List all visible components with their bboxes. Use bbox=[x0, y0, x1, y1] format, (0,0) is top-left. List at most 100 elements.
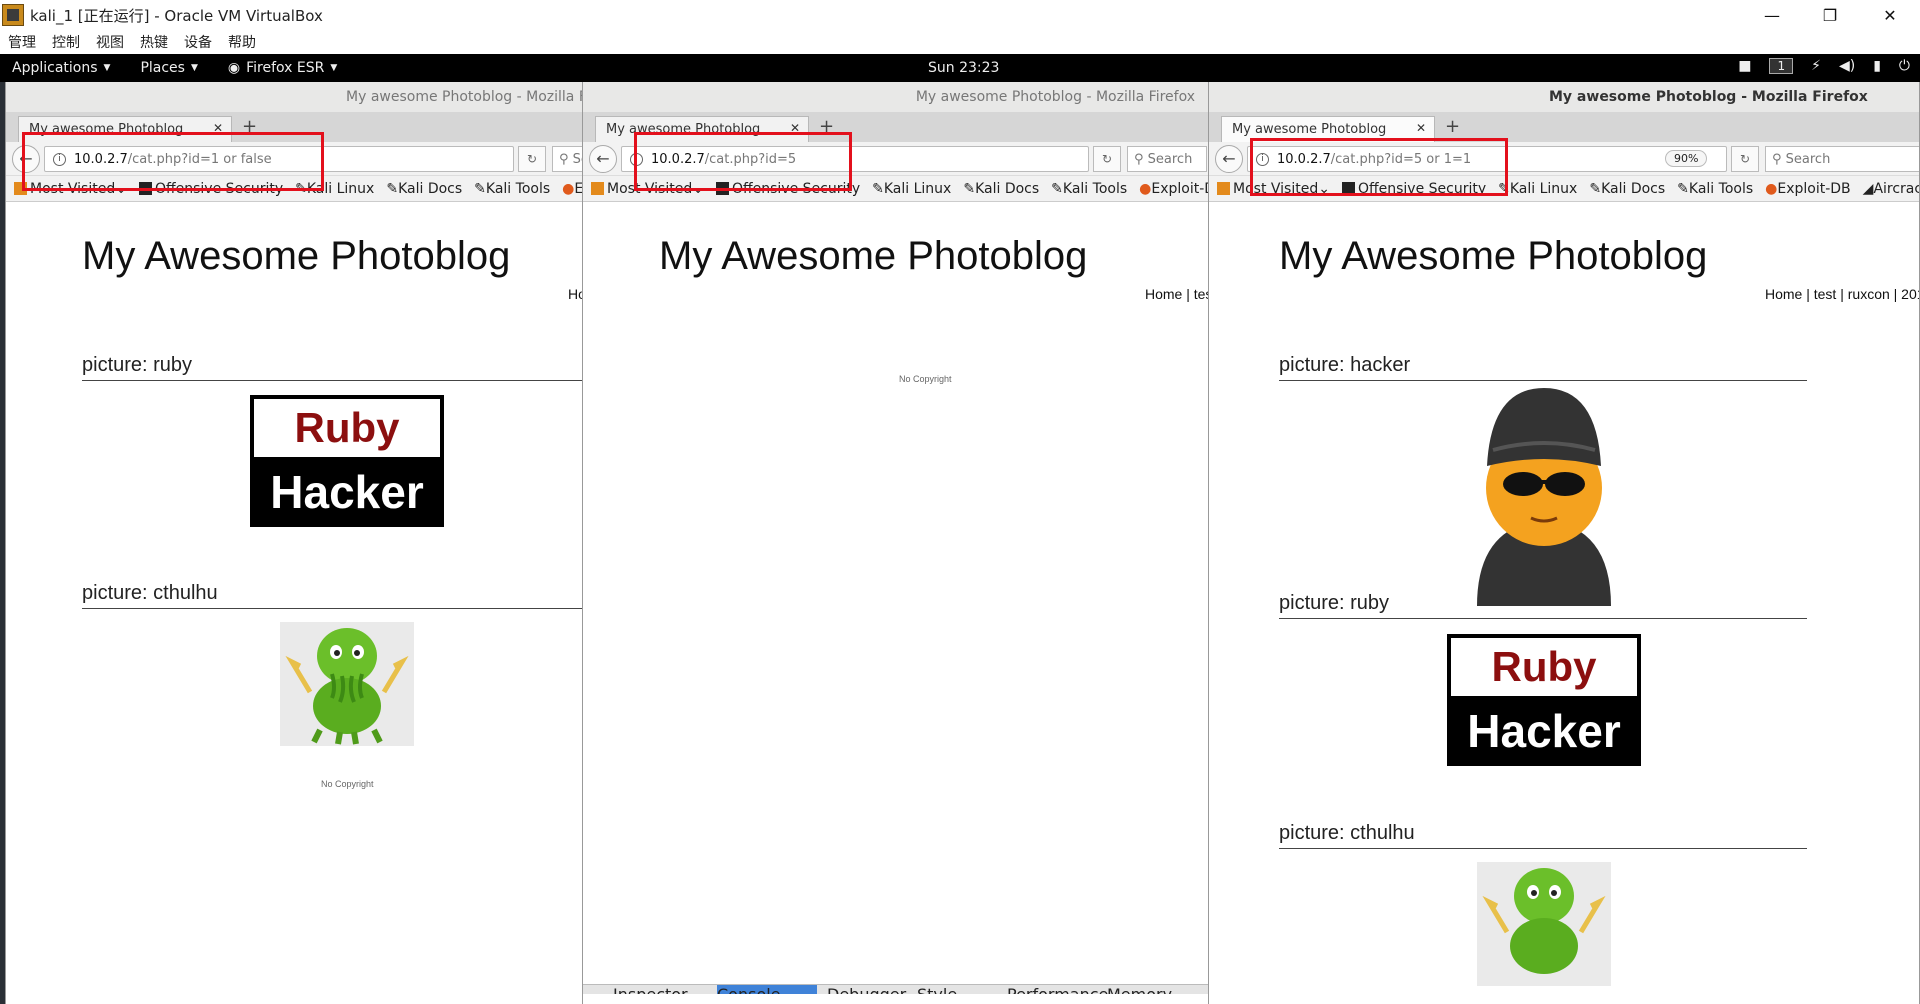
bookmark-label: Kali Tools bbox=[1062, 180, 1128, 197]
network-icon[interactable]: ⚡ bbox=[1811, 58, 1821, 74]
search-box[interactable]: ⚲ Search bbox=[1765, 146, 1919, 172]
kali-top-panel: Applications ▼ Places ▼ ◉ Firefox ESR ▼ Sun … bbox=[0, 54, 1920, 82]
ruby-logo-top: Ruby bbox=[1451, 638, 1637, 696]
kali-dragon-icon: ✎ bbox=[1677, 180, 1689, 197]
bookmark-kali-tools[interactable]: ✎ Kali Tools bbox=[1051, 181, 1127, 197]
kali-dragon-icon: ✎ bbox=[872, 180, 884, 197]
url-highlight-box bbox=[22, 132, 324, 191]
bookmark-kali-tools[interactable]: ✎ Kali Tools bbox=[474, 181, 550, 197]
devtools-tab-performance[interactable]: Performance bbox=[1007, 985, 1108, 994]
cthulhu-image[interactable] bbox=[280, 622, 414, 746]
ruby-logo-bottom: Hacker bbox=[1467, 705, 1621, 757]
firefox-app-menu[interactable]: ◉ Firefox ESR ▼ bbox=[228, 60, 337, 76]
bookmark-label: Kali Tools bbox=[485, 180, 551, 197]
back-button[interactable]: ← bbox=[589, 144, 617, 173]
exploit-db-icon: ● bbox=[1139, 180, 1152, 197]
devtools-tab-memory[interactable]: Memory bbox=[1107, 985, 1187, 994]
minimize-button[interactable]: — bbox=[1744, 0, 1800, 30]
aircrack-icon: ◢ bbox=[1862, 180, 1874, 197]
kali-dragon-icon: ✎ bbox=[1051, 180, 1063, 197]
copyright-text: No Copyright bbox=[899, 374, 952, 384]
firefox-titlebar: My awesome Photoblog - Mozilla Firefox bbox=[6, 82, 584, 112]
kali-dragon-icon: ✎ bbox=[386, 180, 399, 197]
bookmark-aircrack-ng[interactable]: ◢Aircrack-ng bbox=[1863, 181, 1919, 197]
zoom-indicator[interactable]: 90% bbox=[1665, 150, 1708, 167]
search-placeholder: Search bbox=[1785, 151, 1831, 167]
site-title: My Awesome Photoblog bbox=[659, 234, 1088, 278]
picture-title: picture: hacker bbox=[1279, 354, 1807, 381]
search-box[interactable]: ⚲ Search bbox=[1127, 146, 1207, 172]
picture-title: picture: ruby bbox=[1279, 592, 1807, 619]
close-button[interactable]: ✕ bbox=[1862, 0, 1918, 30]
restore-button[interactable]: ❐ bbox=[1802, 0, 1858, 30]
hacker-image[interactable] bbox=[1459, 380, 1629, 616]
site-nav[interactable]: Home | test | ruxcon | 2010 bbox=[1765, 286, 1919, 302]
bookmark-kali-docs[interactable]: ✎ Kali Docs bbox=[386, 181, 462, 197]
devtools-tab-console[interactable]: Console bbox=[717, 985, 817, 994]
tab-label: My awesome Photoblog bbox=[1232, 122, 1387, 137]
kali-dragon-icon: ✎ bbox=[1589, 180, 1602, 197]
applications-menu[interactable]: Applications ▼ bbox=[12, 60, 110, 76]
exploit-db-icon: ● bbox=[1765, 180, 1778, 197]
bookmark-label: Kali Docs bbox=[1601, 180, 1666, 197]
back-button[interactable]: ← bbox=[1215, 144, 1243, 173]
page-content: My Awesome Photoblog Home | test | ruxco… bbox=[6, 202, 584, 994]
bookmark-exploit-db[interactable]: ●Exploit-DB bbox=[1139, 181, 1209, 197]
camera-icon[interactable]: ■ bbox=[1738, 58, 1751, 74]
site-nav[interactable]: Home | test | ruxcon | 2010 bbox=[1145, 286, 1209, 302]
reload-button[interactable]: ↻ bbox=[1731, 146, 1759, 172]
bookmark-kali-linux[interactable]: ✎ Kali Linux bbox=[872, 181, 951, 197]
folder-icon bbox=[591, 182, 604, 195]
ruby-hacker-image[interactable]: Ruby Hacker bbox=[1447, 634, 1641, 766]
ruby-hacker-image[interactable]: Ruby Hacker bbox=[250, 395, 444, 527]
places-menu[interactable]: Places ▼ bbox=[140, 60, 197, 76]
new-tab-button[interactable]: + bbox=[1445, 116, 1460, 137]
cthulhu-illustration bbox=[285, 628, 409, 745]
search-icon: ⚲ bbox=[1772, 151, 1786, 167]
site-title: My Awesome Photoblog bbox=[82, 234, 511, 278]
close-tab-icon[interactable]: ✕ bbox=[1416, 121, 1426, 135]
reload-button[interactable]: ↻ bbox=[518, 146, 546, 172]
bookmark-label: Exploit-DB bbox=[1777, 180, 1851, 197]
search-box[interactable]: ⚲ Search bbox=[552, 146, 584, 172]
firefox-titlebar: My awesome Photoblog - Mozilla Firefox bbox=[583, 82, 1209, 112]
menu-hotkey[interactable]: 热键 bbox=[140, 32, 168, 52]
cthulhu-image[interactable] bbox=[1477, 862, 1611, 986]
firefox-icon: ◉ bbox=[227, 60, 241, 76]
bookmark-exploit-db[interactable]: ●Exploit-DB bbox=[1765, 181, 1851, 197]
folder-icon bbox=[1217, 182, 1230, 195]
menu-control[interactable]: 控制 bbox=[52, 32, 80, 52]
site-title: My Awesome Photoblog bbox=[1279, 234, 1708, 278]
virtualbox-titlebar: kali_1 [正在运行] - Oracle VM VirtualBox — ❐… bbox=[0, 0, 1920, 30]
firefox-window-3: My awesome Photoblog - Mozilla Firefox M… bbox=[1208, 82, 1920, 1004]
copyright-text: No Copyright bbox=[321, 779, 374, 789]
workspace-indicator[interactable]: 1 bbox=[1769, 58, 1794, 74]
menu-view[interactable]: 视图 bbox=[96, 32, 124, 52]
battery-icon[interactable]: ▮ bbox=[1873, 58, 1881, 74]
panel-clock[interactable]: Sun 23:23 bbox=[928, 60, 999, 76]
bookmark-label: Kali Docs bbox=[975, 180, 1040, 197]
menu-help[interactable]: 帮助 bbox=[228, 32, 256, 52]
menu-manage[interactable]: 管理 bbox=[8, 32, 36, 52]
bookmark-label: Kali Docs bbox=[398, 180, 463, 197]
bookmark-kali-linux[interactable]: ✎ Kali Linux bbox=[1498, 181, 1577, 197]
bookmark-kali-tools[interactable]: ✎ Kali Tools bbox=[1677, 181, 1753, 197]
devtools-tab-style-editor[interactable]: Style Editor bbox=[917, 985, 997, 994]
page-content: My Awesome Photoblog Home | test | ruxco… bbox=[583, 202, 1209, 994]
bookmark-exploit-db[interactable]: ●Exploit-DB bbox=[562, 181, 584, 197]
devtools-toolbar: Inspector Console Debugger Style Editor … bbox=[583, 984, 1209, 994]
bookmark-kali-docs[interactable]: ✎ Kali Docs bbox=[1589, 181, 1665, 197]
chevron-down-icon: ▼ bbox=[330, 63, 338, 73]
cthulhu-illustration bbox=[1482, 868, 1606, 974]
volume-icon[interactable]: ◀) bbox=[1839, 58, 1855, 74]
search-icon: ⚲ bbox=[1134, 151, 1148, 167]
applications-label: Applications bbox=[12, 60, 98, 76]
bookmark-kali-docs[interactable]: ✎ Kali Docs bbox=[963, 181, 1039, 197]
devtools-tab-debugger[interactable]: Debugger bbox=[827, 985, 907, 994]
power-icon[interactable]: ⏻ bbox=[1899, 58, 1910, 74]
devtools-tab-inspector[interactable]: Inspector bbox=[613, 985, 693, 994]
reload-button[interactable]: ↻ bbox=[1093, 146, 1121, 172]
places-label: Places bbox=[140, 60, 185, 76]
firefox-titlebar: My awesome Photoblog - Mozilla Firefox bbox=[1209, 82, 1919, 112]
menu-devices[interactable]: 设备 bbox=[184, 32, 212, 52]
